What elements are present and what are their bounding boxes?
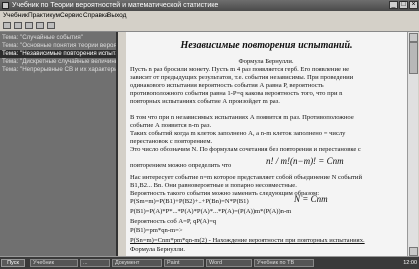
taskbar: Пуск Учебник ... Документ Paint Word Уче… (0, 256, 419, 269)
maximize-button[interactable]: □ (399, 1, 408, 9)
menu-service[interactable]: Сервис (60, 11, 82, 20)
taskbar-item[interactable]: Документ (112, 259, 162, 267)
text-line: P(Sn=m)=Cnm*pm*qn-m(2) - Нахождение веро… (130, 237, 365, 244)
menu-textbook[interactable]: Учебник (3, 11, 28, 20)
menu-exit[interactable]: Выход (107, 11, 126, 20)
text-line: P(Sm=m)=P(B1)+P(B2)+..+P(Bn)=N*P(B1) (130, 198, 249, 205)
text-line: P(B1)=pm*qn-m=> (130, 227, 183, 234)
vertical-scrollbar[interactable] (407, 32, 418, 256)
text-line: зависит от предыдущих результатов, т.е. … (130, 74, 354, 81)
scroll-down-icon[interactable] (409, 247, 418, 256)
sidebar-item-independent-trials[interactable]: Тема: "Независимые повторения испытаний" (0, 50, 116, 58)
sidebar-item-discrete-rv[interactable]: Тема: "Дискретные случайные величины" (0, 58, 116, 66)
text-line: Нас интересует событие n=m которое предс… (130, 174, 362, 181)
start-button[interactable]: Пуск (1, 259, 25, 267)
taskbar-item[interactable]: Paint (164, 259, 204, 267)
sidebar-item-probability-basics[interactable]: Тема: "Основные понятия теории вероятнос… (0, 42, 116, 50)
menu-practicum[interactable]: Практикум (28, 11, 60, 20)
n-formula: N = Cnm (294, 194, 328, 204)
text-line: Формула Бернулли. (130, 246, 186, 253)
page-title: Независимые повторения испытаний. (180, 40, 353, 51)
scroll-up-icon[interactable] (409, 33, 418, 42)
text-line: Вероятность такого события можно заменит… (130, 190, 320, 197)
taskbar-item[interactable]: Учебник по ТВ (254, 259, 314, 267)
text-line: B1,B2... Bn. Они равновероятные и попарн… (130, 182, 297, 189)
taskbar-item[interactable]: ... (80, 259, 110, 267)
toolbar (0, 20, 419, 32)
app-window: Учебник по Теории вероятностей и математ… (0, 0, 419, 256)
text-line: Это число обозначим N. По формулам сочет… (130, 146, 361, 153)
text-line: событие А появится n-m раз. (130, 122, 212, 129)
minimize-button[interactable]: _ (389, 1, 398, 9)
menu-bar: Учебник Практикум Сервис Справка Выход (0, 11, 419, 20)
taskbar-item[interactable]: Учебник (30, 259, 78, 267)
close-button[interactable]: × (409, 1, 418, 9)
back-icon[interactable] (3, 22, 11, 29)
print-icon[interactable] (36, 22, 44, 29)
subheading: Формула Бернулли. (238, 58, 294, 65)
text-line: перестановок с повторением. (130, 138, 213, 145)
taskbar-item[interactable]: Word (206, 259, 252, 267)
text-line: повторением можно определить что (130, 162, 232, 169)
text-line: Таких событий когда m клеток заполнено А… (130, 130, 346, 137)
menu-help[interactable]: Справка (83, 11, 109, 20)
text-line: В том что при n независимых испытаниях А… (130, 114, 354, 121)
text-line: Вероятность соб A=P, qP(A)=q (130, 218, 217, 225)
text-line: повторных испытаниях событие А произойде… (130, 98, 280, 105)
text-line: Пусть n раз бросили монету. Пусть m 4 ра… (130, 66, 350, 73)
text-line: одинакового испытания вероятность событи… (130, 82, 324, 89)
title-bar: Учебник по Теории вероятностей и математ… (0, 0, 419, 11)
content-pane: Независимые повторения испытаний. Формул… (126, 32, 407, 256)
topics-sidebar: Тема: "Случайные события" Тема: "Основны… (0, 32, 118, 256)
sidebar-item-random-events[interactable]: Тема: "Случайные события" (0, 34, 116, 42)
forward-icon[interactable] (14, 22, 22, 29)
window-title: Учебник по Теории вероятностей и математ… (12, 2, 219, 9)
scroll-thumb[interactable] (409, 42, 418, 74)
help-icon[interactable] (47, 22, 55, 29)
home-icon[interactable] (25, 22, 33, 29)
app-icon (2, 2, 9, 9)
sidebar-item-continuous-rv[interactable]: Тема: "Непрерывные СВ и их характеристик… (0, 66, 116, 74)
text-line: противоположного события равна 1-Р=q как… (130, 90, 343, 97)
clock: 12:00 (403, 260, 417, 266)
combination-formula: n! / m!(n−m)! = Cnm (266, 156, 344, 166)
text-line: P(B1)=P(A)*P*...*P(A)*P(A)*...*P(A)=(P(A… (130, 208, 292, 215)
